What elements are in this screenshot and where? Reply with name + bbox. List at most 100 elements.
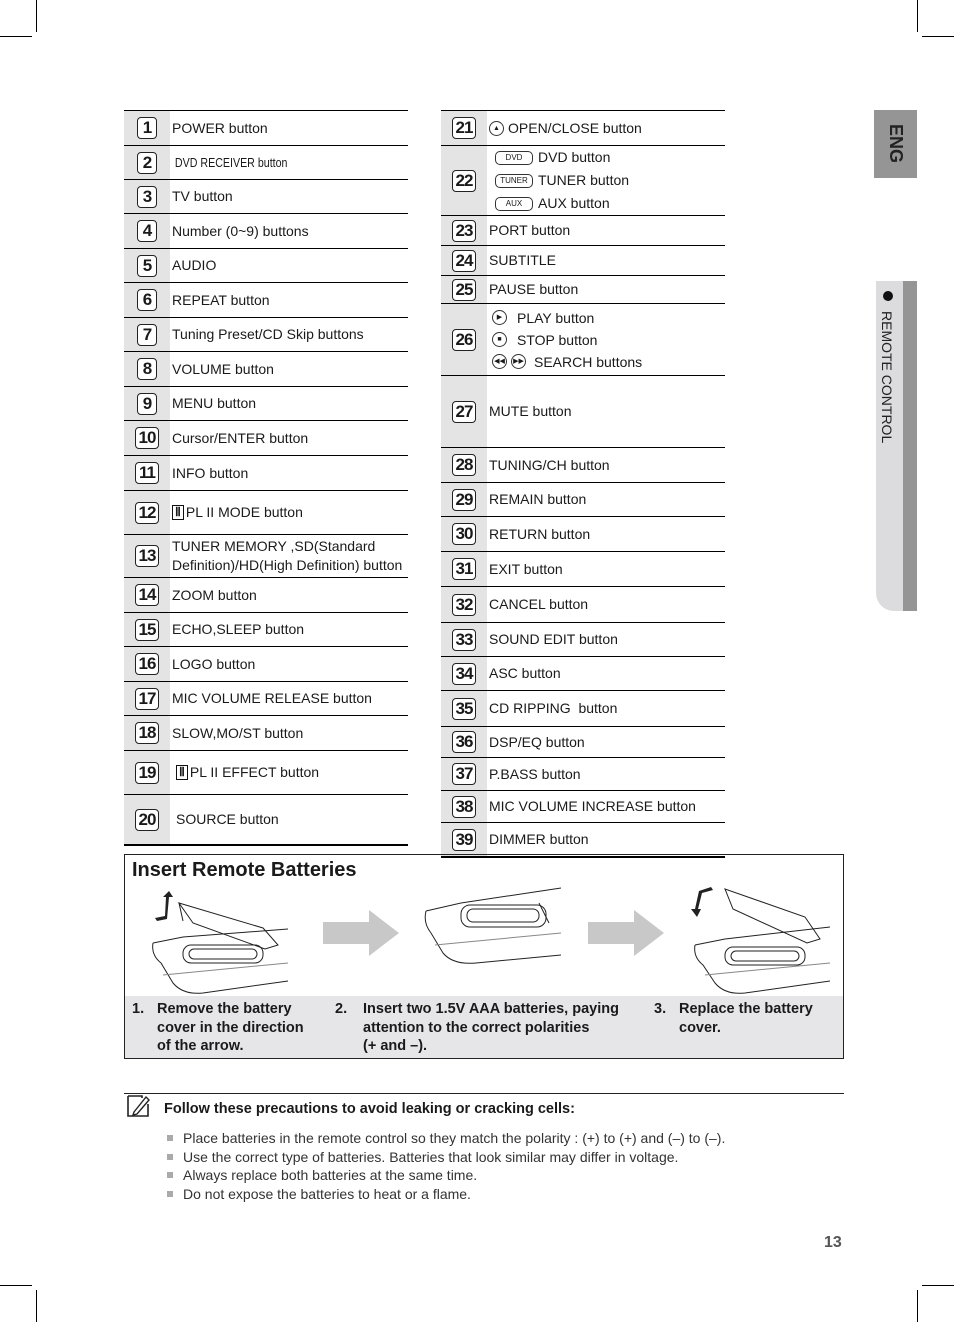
step-text: cover in the direction [157,1019,304,1036]
item-label: DIMMER button [489,831,589,847]
button-table-left: 1 POWER button 2 DVD RECEIVER button 3 TV b… [124,110,408,846]
step-number: 3. [654,1001,667,1017]
item-label: TV button [172,188,233,204]
step-2: 2. Insert two 1.5V AAA batteries, paying… [335,1000,645,1056]
item-label: DVD RECEIVER button [174,155,288,170]
item-label: SOURCE button [176,811,279,827]
item-label: PL II MODE button [185,504,303,520]
list-item: Place batteries in the remote control so… [167,1129,725,1148]
item-number: 29 [452,488,476,511]
language-tab: ENG [874,110,917,178]
crop-mark [36,0,37,32]
item-number: 31 [452,558,476,580]
precautions-list: Place batteries in the remote control so… [167,1129,725,1203]
table-row: 5 AUDIO [124,249,408,283]
item-number: 5 [137,254,157,277]
item-label: REMAIN button [489,491,587,507]
table-row: 26 ▶ PLAY button ■ STOP button ◀◀ ▶▶ SEARCH … [441,304,725,376]
item-label: SEARCH buttons [534,353,643,370]
step-text: attention to the correct polarities [363,1019,590,1036]
item-number: 23 [452,219,476,242]
item-label: AUDIO [172,257,217,273]
item-number: 2 [137,151,157,174]
item-label: MIC VOLUME RELEASE button [172,690,372,706]
remote-open-cover-illustration [152,891,289,994]
remote-close-cover-illustration [691,887,831,994]
item-number: 18 [135,722,159,744]
table-row: 38 MIC VOLUME INCREASE button [441,791,725,823]
item-number: 32 [452,593,476,616]
item-number: 20 [135,808,159,831]
table-row: 21 ▲ OPEN/CLOSE button [441,111,725,146]
item-number: 12 [135,501,159,524]
table-row: 3 TV button [124,180,408,214]
button-table-right: 21 ▲ OPEN/CLOSE button 22 DVD DVD button TU… [441,110,725,858]
step-text: cover. [679,1019,721,1036]
step-number: 2. [335,1001,348,1017]
crop-mark [0,1285,32,1286]
crop-mark [917,0,918,32]
table-row: 4 Number (0~9) buttons [124,214,408,249]
table-row: 32 CANCEL button [441,587,725,623]
item-number: 35 [452,697,476,720]
crop-mark [922,36,954,37]
language-label: ENG [886,124,906,164]
item-label: SLOW,MO/ST button [172,724,304,741]
table-row: 15 ECHO,SLEEP button [124,613,408,647]
item-label: STOP button [517,331,598,348]
item-number: 27 [452,400,476,423]
item-label: PAUSE button [489,281,579,297]
item-label: EXIT button [489,560,563,577]
step-text: (+ and –). [363,1038,428,1054]
item-number: 37 [452,763,476,785]
table-row: 10 Cursor/ENTER button [124,421,408,456]
step-text: Replace the battery [679,1001,813,1017]
aux-button-icon: AUX [495,196,533,211]
item-number: 30 [452,523,476,545]
item-number: 3 [137,185,157,208]
item-label: P.BASS button [489,765,581,782]
item-label: ZOOM button [172,586,257,603]
stop-icon: ■ [492,332,507,347]
item-number: 10 [135,427,159,449]
item-label: DSP/EQ button [489,733,585,750]
item-label: INFO button [172,464,249,481]
item-label: TUNING/CH button [489,456,610,473]
item-label: ASC button [489,665,561,681]
item-label: DVD button [538,149,611,165]
table-row: 14 ZOOM button [124,578,408,613]
table-row: 30 RETURN button [441,517,725,552]
table-row: 28 TUNING/CH button [441,448,725,483]
item-number: 24 [452,249,476,272]
item-number: 16 [135,653,159,675]
table-row: 2 DVD RECEIVER button [124,146,408,180]
table-row: 36 DSP/EQ button [441,727,725,758]
item-label: REPEAT button [172,291,270,308]
dvd-button-icon: DVD [495,150,533,165]
table-row: 18 SLOW,MO/ST button [124,716,408,751]
item-label: POWER button [172,119,268,136]
list-item: Always replace both batteries at the sam… [167,1166,725,1185]
item-label: CD RIPPING button [489,700,618,716]
list-item: Do not expose the batteries to heat or a… [167,1185,725,1204]
table-row: 39 DIMMER button [441,823,725,858]
table-row: 11 INFO button [124,456,408,491]
dolby-icon: Ⅱ [176,765,188,780]
arrow-right-icon [588,910,664,956]
item-number: 39 [452,828,476,851]
item-number: 4 [137,220,157,242]
item-number: 6 [137,289,157,311]
table-row: 27 MUTE button [441,376,725,448]
dolby-icon: Ⅱ [172,505,184,520]
item-number: 17 [135,687,159,710]
table-row: 7 Tuning Preset/CD Skip buttons [124,318,408,352]
item-number: 22 [452,169,476,192]
item-number: 33 [452,628,476,651]
arrow-right-icon [323,910,399,956]
table-row: 17 MIC VOLUME RELEASE button [124,682,408,716]
item-label: ECHO,SLEEP button [172,621,305,637]
play-icon: ▶ [492,310,507,325]
fast-forward-icon: ▶▶ [511,354,526,369]
bullet-dot-icon [883,291,893,301]
note-pencil-icon [127,1095,150,1117]
